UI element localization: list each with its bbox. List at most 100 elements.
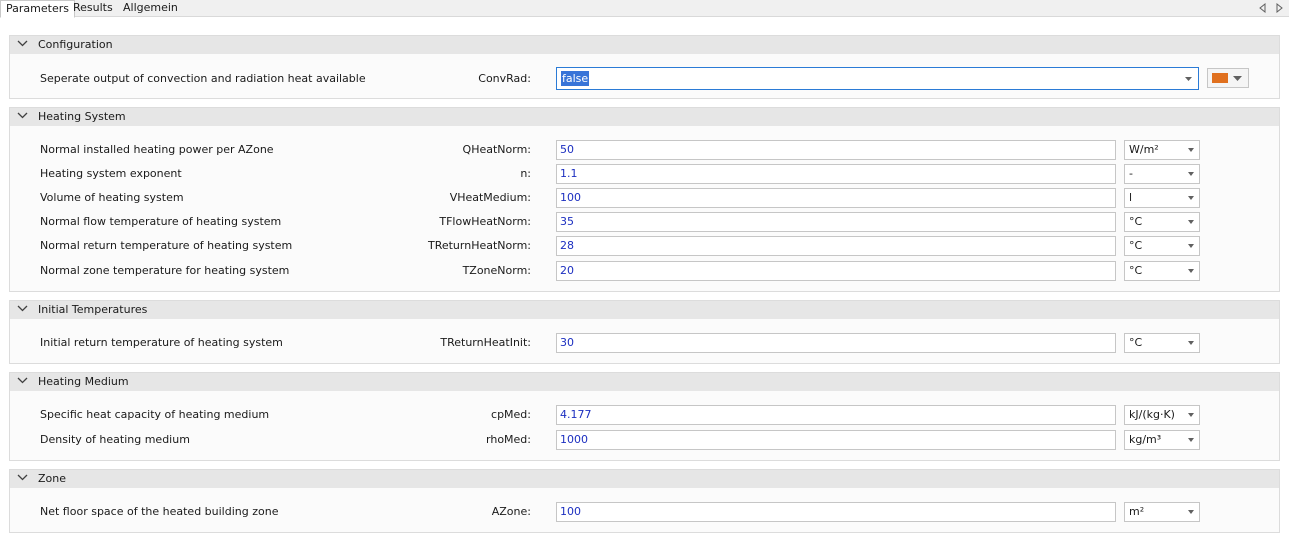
tab-allgemein[interactable]: Allgemein: [118, 0, 183, 17]
cpmed-value-input[interactable]: 4.177: [556, 405, 1116, 425]
param-row-tzonenorm: Normal zone temperature for heating syst…: [10, 260, 1279, 282]
param-name: TReturnHeatInit:: [440, 336, 531, 349]
triangle-down-icon: [1233, 76, 1242, 81]
triangle-down-icon: [1188, 438, 1194, 442]
onoff-toggle-button[interactable]: [1207, 68, 1249, 88]
param-description: Normal installed heating power per AZone: [40, 143, 274, 156]
treturnheatnorm-value-input[interactable]: 28: [556, 236, 1116, 256]
tab-scroll-arrows: [1254, 2, 1286, 15]
param-row-tflowheatnorm: Normal flow temperature of heating syste…: [10, 211, 1279, 233]
treturnheatnorm-unit-select[interactable]: °C: [1124, 236, 1200, 256]
rhomed-value-input[interactable]: 1000: [556, 430, 1116, 450]
param-description: Seperate output of convection and radiat…: [40, 72, 366, 85]
rhomed-unit-select[interactable]: kg/m³: [1124, 430, 1200, 450]
triangle-down-icon: [1188, 341, 1194, 345]
tflowheatnorm-unit-select[interactable]: °C: [1124, 212, 1200, 232]
param-description: Specific heat capacity of heating medium: [40, 408, 270, 421]
triangle-down-icon: [1188, 413, 1194, 417]
on-off-icon: [1212, 73, 1228, 83]
triangle-down-icon: [1185, 77, 1192, 81]
vheatmedium-value-input[interactable]: 100: [556, 188, 1116, 208]
section-header-heating-system[interactable]: Heating System: [10, 108, 1279, 126]
chevron-down-icon[interactable]: [17, 305, 28, 312]
tzonenorm-value-input[interactable]: 20: [556, 261, 1116, 281]
unit-label: m²: [1129, 505, 1145, 518]
tflowheatnorm-value-input[interactable]: 35: [556, 212, 1116, 232]
azone-unit-select[interactable]: m²: [1124, 502, 1200, 522]
triangle-down-icon: [1188, 244, 1194, 248]
param-description: Normal flow temperature of heating syste…: [40, 215, 282, 228]
param-name: VHeatMedium:: [449, 191, 531, 204]
unit-label: °C: [1129, 264, 1143, 277]
treturnheatinit-unit-select[interactable]: °C: [1124, 333, 1200, 353]
vheatmedium-unit-select[interactable]: l: [1124, 188, 1200, 208]
param-row-rhomed: Density of heating medium rhoMed: 1000 k…: [10, 429, 1279, 451]
section-title: Initial Temperatures: [38, 303, 148, 316]
param-name: TReturnHeatNorm:: [427, 239, 531, 252]
section-title: Heating System: [38, 110, 126, 123]
tab-bar: Parameters Results Allgemein: [0, 0, 1289, 18]
chevron-down-icon[interactable]: [17, 40, 28, 47]
n-unit-select[interactable]: -: [1124, 164, 1200, 184]
triangle-down-icon: [1188, 196, 1194, 200]
param-row-treturnheatnorm: Normal return temperature of heating sys…: [10, 235, 1279, 257]
param-description: Normal return temperature of heating sys…: [40, 239, 293, 252]
chevron-down-icon[interactable]: [17, 377, 28, 384]
triangle-down-icon: [1188, 510, 1194, 514]
unit-label: kg/m³: [1129, 433, 1162, 446]
convrad-selected-value: false: [561, 71, 590, 86]
param-name: cpMed:: [491, 408, 531, 421]
cpmed-unit-select[interactable]: kJ/(kg·K): [1124, 405, 1200, 425]
qheatnorm-value-input[interactable]: 50: [556, 140, 1116, 160]
tab-results[interactable]: Results: [68, 0, 118, 17]
param-description: Net floor space of the heated building z…: [40, 505, 279, 518]
param-name: AZone:: [491, 505, 531, 518]
param-description: Initial return temperature of heating sy…: [40, 336, 283, 349]
section-heating-system: Heating System Normal installed heating …: [9, 107, 1280, 292]
section-header-configuration[interactable]: Configuration: [10, 36, 1279, 54]
param-name: TZoneNorm:: [462, 264, 531, 277]
section-title: Heating Medium: [38, 375, 129, 388]
n-value-input[interactable]: 1.1: [556, 164, 1116, 184]
section-header-zone[interactable]: Zone: [10, 470, 1279, 488]
section-title: Configuration: [38, 38, 113, 51]
unit-label: W/m²: [1129, 143, 1159, 156]
param-description: Heating system exponent: [40, 167, 182, 180]
unit-label: °C: [1129, 215, 1143, 228]
unit-label: °C: [1129, 336, 1143, 349]
param-row-cpmed: Specific heat capacity of heating medium…: [10, 404, 1279, 426]
qheatnorm-unit-select[interactable]: W/m²: [1124, 140, 1200, 160]
azone-value-input[interactable]: 100: [556, 502, 1116, 522]
treturnheatinit-value-input[interactable]: 30: [556, 333, 1116, 353]
param-row-n: Heating system exponent n: 1.1 -: [10, 163, 1279, 185]
param-row-qheatnorm: Normal installed heating power per AZone…: [10, 139, 1279, 161]
section-configuration: Configuration Seperate output of convect…: [9, 35, 1280, 99]
param-row-treturnheatinit: Initial return temperature of heating sy…: [10, 332, 1279, 354]
section-title: Zone: [38, 472, 67, 485]
param-description: Volume of heating system: [40, 191, 184, 204]
param-row-vheatmedium: Volume of heating system VHeatMedium: 10…: [10, 187, 1279, 209]
tab-parameters[interactable]: Parameters: [0, 0, 75, 18]
section-header-initial-temperatures[interactable]: Initial Temperatures: [10, 301, 1279, 319]
chevron-down-icon[interactable]: [17, 474, 28, 481]
param-description: Normal zone temperature for heating syst…: [40, 264, 290, 277]
convrad-combobox[interactable]: false: [556, 67, 1199, 90]
param-row-azone: Net floor space of the heated building z…: [10, 501, 1279, 523]
param-row-convrad: Seperate output of convection and radiat…: [10, 66, 1279, 92]
section-header-heating-medium[interactable]: Heating Medium: [10, 373, 1279, 391]
param-name: rhoMed:: [486, 433, 531, 446]
param-name: TFlowHeatNorm:: [439, 215, 531, 228]
section-initial-temperatures: Initial Temperatures Initial return temp…: [9, 300, 1280, 364]
triangle-down-icon: [1188, 269, 1194, 273]
chevron-down-icon[interactable]: [17, 112, 28, 119]
unit-label: -: [1129, 167, 1133, 180]
param-name: QHeatNorm:: [462, 143, 531, 156]
param-name: n:: [520, 167, 531, 180]
section-zone: Zone Net floor space of the heated build…: [9, 469, 1280, 533]
tab-scroll-left-icon[interactable]: [1258, 2, 1268, 14]
triangle-down-icon: [1188, 148, 1194, 152]
tzonenorm-unit-select[interactable]: °C: [1124, 261, 1200, 281]
section-heating-medium: Heating Medium Specific heat capacity of…: [9, 372, 1280, 461]
tab-scroll-right-icon[interactable]: [1275, 2, 1285, 14]
unit-label: kJ/(kg·K): [1129, 408, 1175, 421]
